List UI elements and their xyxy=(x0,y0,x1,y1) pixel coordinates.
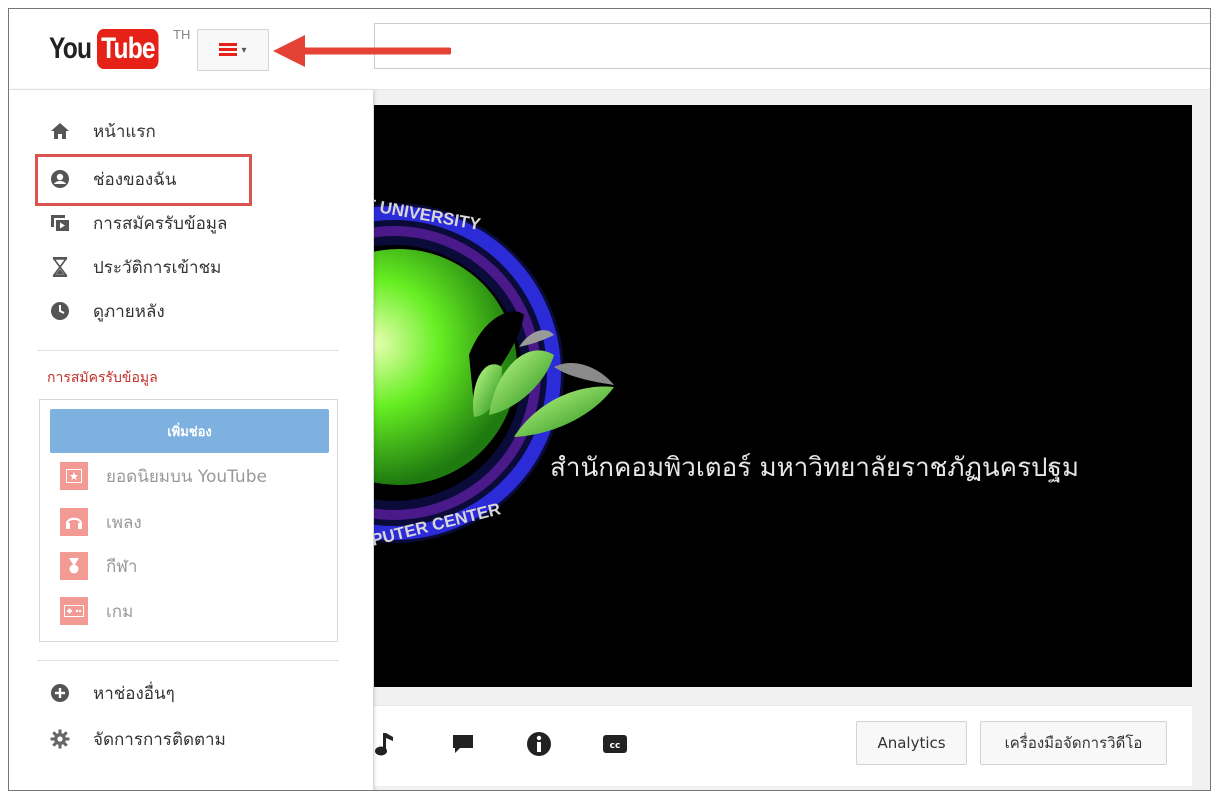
nav-label-home: หน้าแรก xyxy=(93,121,156,142)
analytics-button[interactable]: Analytics xyxy=(856,721,967,765)
clock-icon xyxy=(49,300,71,322)
nav-item-browse-channels[interactable]: หาช่องอื่นๆ xyxy=(49,678,175,708)
video-actions-bar: cc Analytics เครื่องมือจัดการวิดีโอ xyxy=(374,705,1192,786)
medal-icon xyxy=(60,552,88,580)
channel-item-sports[interactable]: กีฬา xyxy=(60,551,137,581)
nav-label-watch-later: ดูภายหลัง xyxy=(93,301,165,322)
masthead: You Tube TH ▾ xyxy=(9,9,1210,90)
gear-icon xyxy=(49,728,71,750)
logo-you: You xyxy=(49,32,92,65)
nav-label-subscriptions: การสมัครรับข้อมูล xyxy=(93,213,228,234)
nav-item-watch-later[interactable]: ดูภายหลัง xyxy=(49,296,165,326)
browser-frame: You Tube TH ▾ T UNIVERSITY PUTER CENTER … xyxy=(8,8,1211,791)
channel-logo-graphic xyxy=(374,203,614,543)
annotation-arrow-icon xyxy=(273,35,451,67)
hourglass-icon xyxy=(49,256,71,278)
video-player[interactable]: T UNIVERSITY PUTER CENTER สำนักคอมพิวเตอ… xyxy=(374,105,1192,687)
nav-item-subscriptions[interactable]: การสมัครรับข้อมูล xyxy=(49,208,227,238)
star-icon xyxy=(60,462,88,490)
nav-label-history: ประวัติการเข้าชม xyxy=(93,257,222,278)
search-input[interactable] xyxy=(374,23,1210,69)
comment-icon[interactable] xyxy=(450,731,476,757)
divider xyxy=(37,350,339,351)
info-icon[interactable] xyxy=(526,731,552,757)
channel-item-music[interactable]: เพลง xyxy=(60,507,142,537)
youtube-logo[interactable]: You Tube TH xyxy=(49,27,190,69)
plus-circle-icon xyxy=(49,682,71,704)
caret-down-icon: ▾ xyxy=(241,44,247,56)
home-icon xyxy=(49,120,71,142)
hamburger-icon xyxy=(219,43,238,57)
add-channel-button[interactable]: เพิ่มช่อง xyxy=(50,409,329,453)
channel-label-gaming: เกม xyxy=(106,601,134,622)
nav-label-manage-subscriptions: จัดการการติดตาม xyxy=(93,729,226,750)
nav-item-history[interactable]: ประวัติการเข้าชม xyxy=(49,252,221,282)
nav-label-browse-channels: หาช่องอื่นๆ xyxy=(93,683,175,704)
logo-tube: Tube xyxy=(97,29,159,69)
headphones-icon xyxy=(60,508,88,536)
channel-label-sports: กีฬา xyxy=(106,556,138,577)
annotation-highlight xyxy=(35,154,252,206)
video-caption: สำนักคอมพิวเตอร์ มหาวิทยาลัยราชภัฏนครปฐม xyxy=(550,453,1080,483)
channel-label-popular: ยอดนิยมบน YouTube xyxy=(106,466,267,487)
music-note-icon[interactable] xyxy=(372,731,398,757)
channel-item-gaming[interactable]: เกม xyxy=(60,596,133,626)
channel-item-popular[interactable]: ยอดนิยมบน YouTube xyxy=(60,461,267,491)
nav-item-home[interactable]: หน้าแรก xyxy=(49,116,156,146)
captions-icon[interactable]: cc xyxy=(602,731,628,757)
channel-label-music: เพลง xyxy=(106,512,142,533)
nav-item-manage-subscriptions[interactable]: จัดการการติดตาม xyxy=(49,724,226,754)
divider xyxy=(37,660,339,661)
video-manager-button[interactable]: เครื่องมือจัดการวิดีโอ xyxy=(980,721,1167,765)
svg-text:cc: cc xyxy=(610,741,621,751)
guide-menu-button[interactable]: ▾ xyxy=(197,29,269,71)
gamepad-icon xyxy=(60,597,88,625)
guide-sidebar: หน้าแรก ช่องของฉัน การสมัครรับข้อมูล ประ… xyxy=(9,90,373,790)
subscriptions-box: เพิ่มช่อง ยอดนิยมบน YouTube เพลง กีฬา เก… xyxy=(39,399,338,642)
subscriptions-icon xyxy=(49,212,71,234)
region-label: TH xyxy=(173,27,191,42)
subscriptions-section-title: การสมัครรับข้อมูล xyxy=(47,370,158,386)
